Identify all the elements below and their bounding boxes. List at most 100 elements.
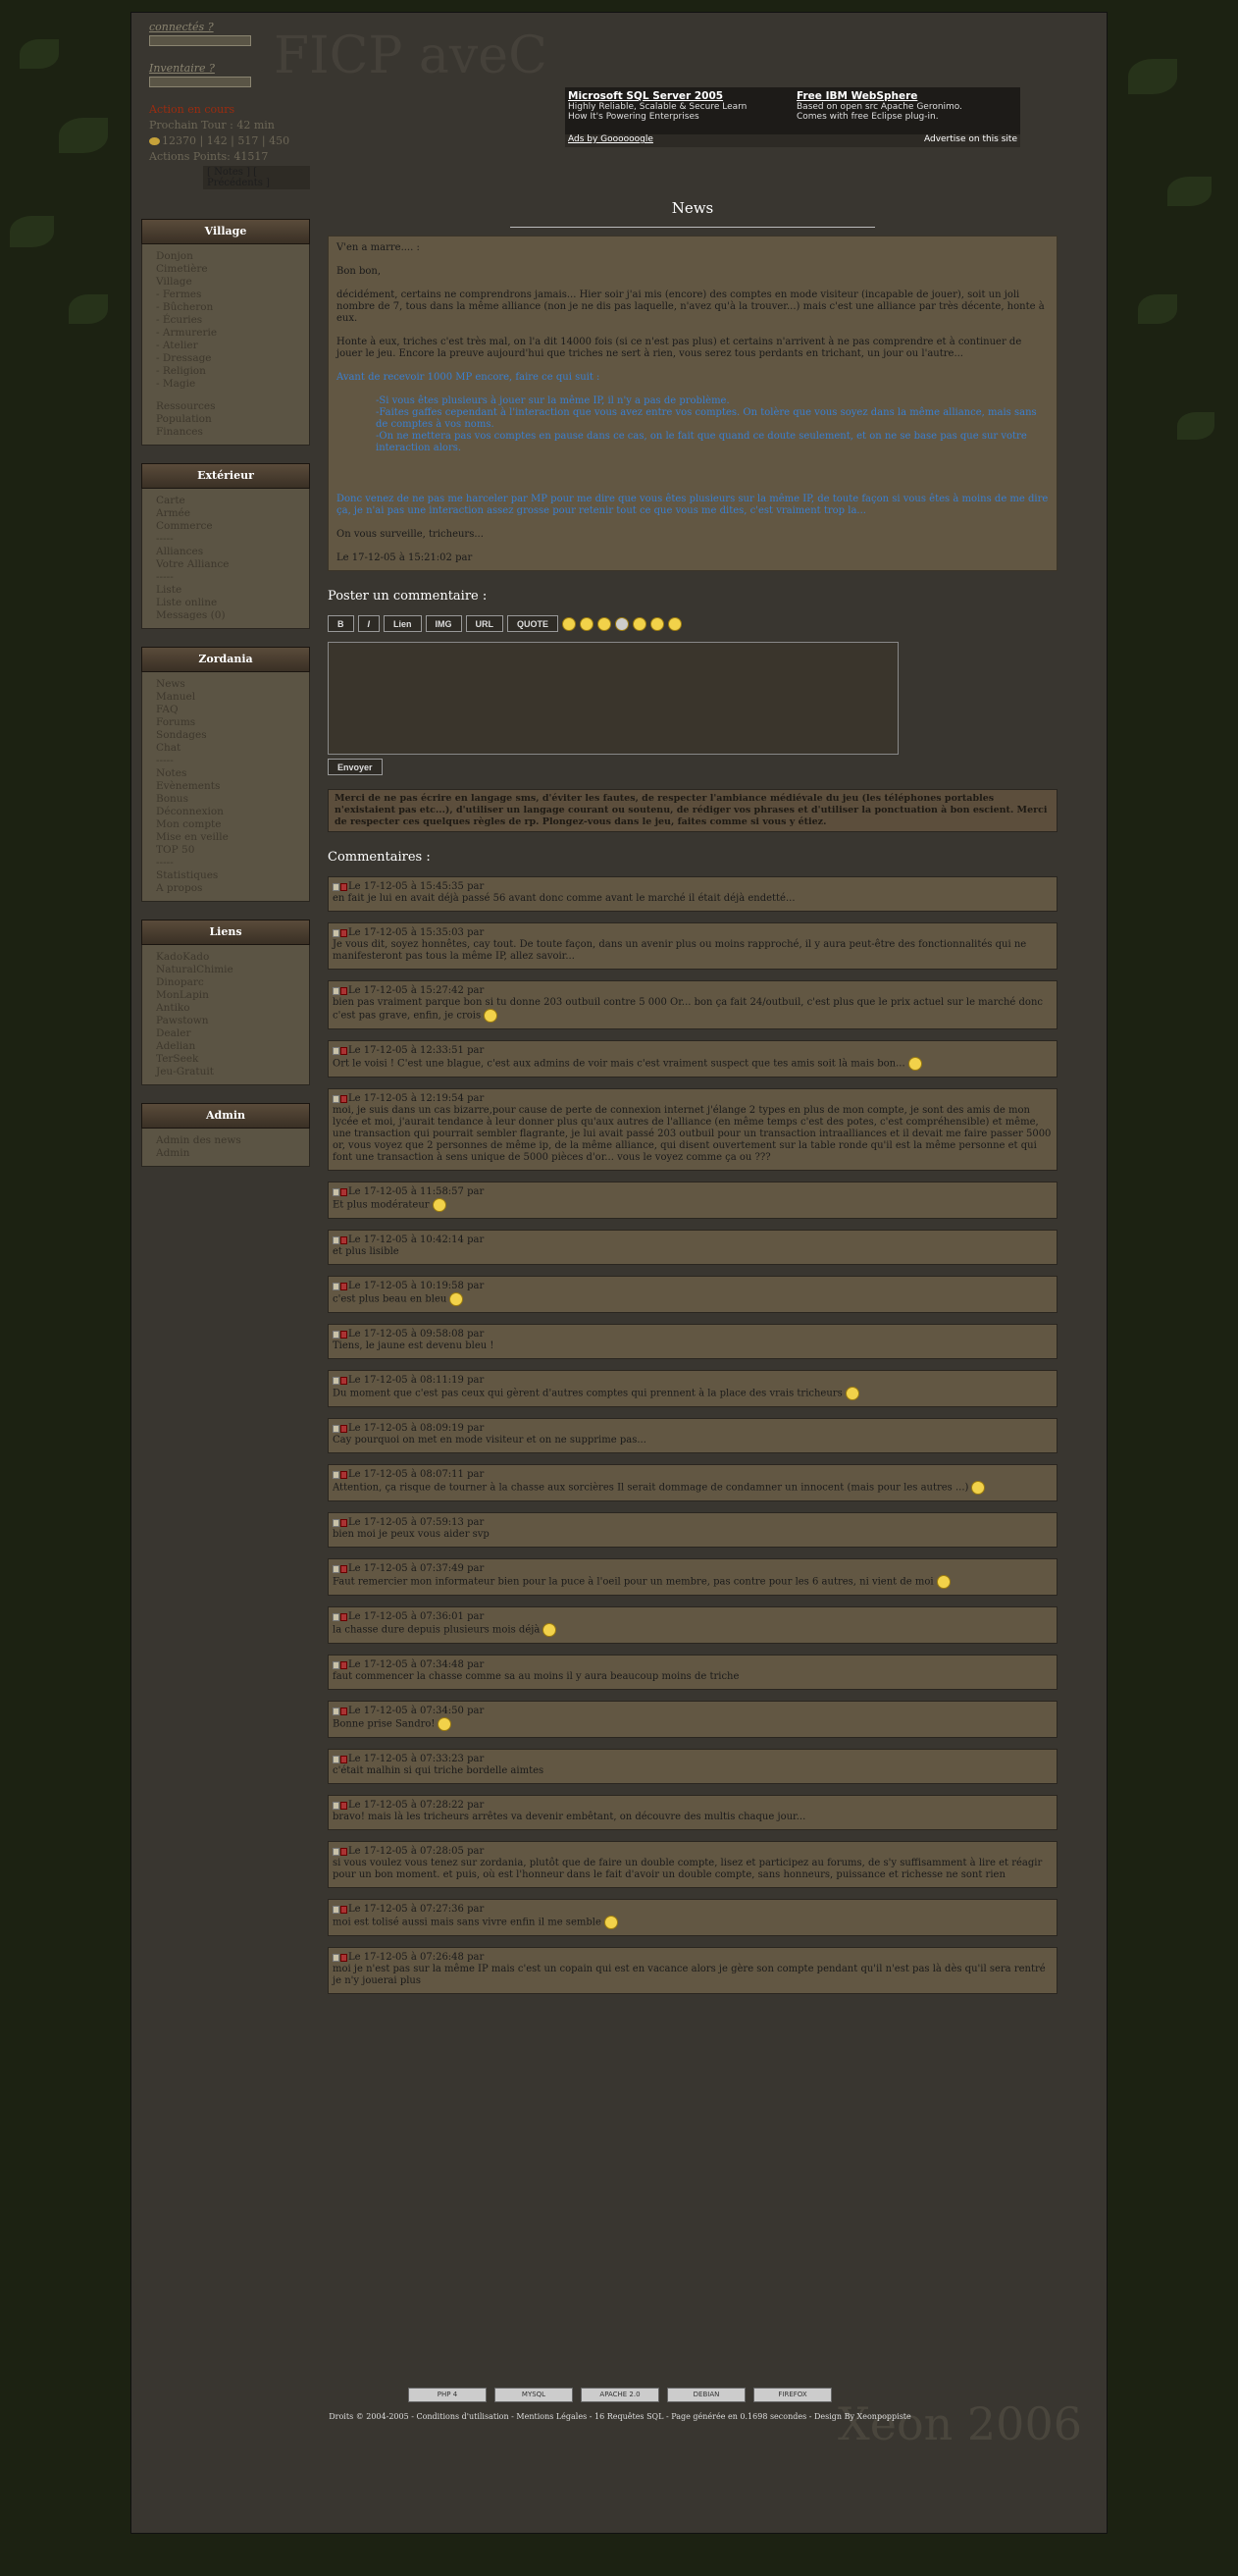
menu-item[interactable]: - Écuries [156,314,295,327]
edit-icon[interactable] [333,1282,339,1290]
password-input[interactable] [149,77,251,87]
ad-1-title[interactable]: Microsoft SQL Server 2005 [568,90,747,102]
menu-item[interactable]: - Bûcheron [156,301,295,314]
edit-icon[interactable] [333,1564,339,1573]
edit-icon[interactable] [333,1518,339,1527]
menu-item[interactable]: - Armurerie [156,327,295,340]
delete-icon[interactable] [340,1847,347,1856]
menu-item[interactable]: Sondages [156,729,295,742]
menu-item[interactable]: Liste online [156,597,295,609]
edit-icon[interactable] [333,1707,339,1715]
delete-icon[interactable] [340,1707,347,1715]
delete-icon[interactable] [340,882,347,891]
menu-item[interactable]: Manuel [156,691,295,704]
ad-banner[interactable]: Microsoft SQL Server 2005 Highly Reliabl… [565,87,1020,147]
menu-item[interactable]: Notes [156,767,295,780]
edit-icon[interactable] [333,882,339,891]
url-button[interactable]: URL [465,615,504,632]
delete-icon[interactable] [340,1905,347,1914]
edit-icon[interactable] [333,1235,339,1244]
delete-icon[interactable] [340,1330,347,1339]
smiley-icon[interactable] [633,616,647,631]
ad-2[interactable]: Free IBM WebSphere Based on open src Apa… [797,90,962,122]
footer-badge[interactable]: FIREFOX [753,2388,832,2402]
delete-icon[interactable] [340,1612,347,1621]
menu-item[interactable]: News [156,678,295,691]
menu-item[interactable]: Pawstown [156,1015,295,1027]
menu-item[interactable]: - Magie [156,378,295,391]
ad-1[interactable]: Microsoft SQL Server 2005 Highly Reliabl… [568,90,747,122]
menu-item[interactable]: Cimetière [156,263,295,276]
smiley-icon[interactable] [615,616,630,631]
bold-button[interactable]: B [328,615,354,632]
menu-item[interactable]: Mise en veille [156,831,295,844]
menu-item[interactable]: - Dressage [156,352,295,365]
menu-item[interactable]: TerSeek [156,1053,295,1066]
menu-item[interactable]: - Fermes [156,289,295,301]
menu-item[interactable]: Finances [156,426,295,439]
edit-icon[interactable] [333,1094,339,1103]
delete-icon[interactable] [340,1470,347,1479]
advertise-link[interactable]: Advertise on this site [924,134,1017,144]
login-label[interactable]: connectés ? [149,21,214,33]
image-button[interactable]: IMG [425,615,462,632]
edit-icon[interactable] [333,1187,339,1196]
smiley-icon[interactable] [580,616,594,631]
footer-badge[interactable]: APACHE 2.0 [581,2388,659,2402]
menu-item[interactable]: Donjon [156,250,295,263]
delete-icon[interactable] [340,1235,347,1244]
quote-button[interactable]: QUOTE [507,615,559,632]
edit-icon[interactable] [333,1424,339,1433]
delete-icon[interactable] [340,1187,347,1196]
edit-icon[interactable] [333,928,339,937]
delete-icon[interactable] [340,1953,347,1962]
menu-item[interactable]: - Religion [156,365,295,378]
menu-item[interactable]: Armée [156,507,295,520]
edit-icon[interactable] [333,1660,339,1669]
send-button[interactable]: Envoyer [328,759,383,775]
edit-icon[interactable] [333,986,339,995]
footer-badge[interactable]: DEBIAN [667,2388,746,2402]
menu-item[interactable]: Ressources [156,400,295,413]
menu-item[interactable]: Dealer [156,1027,295,1040]
menu-item[interactable]: A propos [156,882,295,895]
edit-icon[interactable] [333,1905,339,1914]
edit-icon[interactable] [333,1470,339,1479]
edit-icon[interactable] [333,1330,339,1339]
delete-icon[interactable] [340,1755,347,1763]
menu-item[interactable]: Liste [156,584,295,597]
menu-item[interactable]: Bonus [156,793,295,806]
delete-icon[interactable] [340,986,347,995]
link-button[interactable]: Lien [384,615,422,632]
menu-item[interactable]: Statistiques [156,869,295,882]
smiley-icon[interactable] [562,616,577,631]
menu-item[interactable]: FAQ [156,704,295,716]
delete-icon[interactable] [340,1518,347,1527]
menu-item[interactable]: Population [156,413,295,426]
delete-icon[interactable] [340,928,347,937]
menu-item[interactable]: Mon compte [156,818,295,831]
footer-badge[interactable]: MYSQL [494,2388,573,2402]
smiley-icon[interactable] [597,616,612,631]
edit-icon[interactable] [333,1755,339,1763]
menu-item[interactable]: Alliances [156,546,295,558]
smiley-icon[interactable] [650,616,665,631]
menu-item[interactable]: Village [156,276,295,289]
delete-icon[interactable] [340,1376,347,1385]
notes-links[interactable]: [ Notes ] [ Précédents ] [203,166,310,189]
menu-item[interactable]: KadoKado [156,951,295,964]
menu-item[interactable]: Dinoparc [156,976,295,989]
login-input[interactable] [149,35,251,46]
menu-item[interactable]: Commerce [156,520,295,533]
delete-icon[interactable] [340,1046,347,1055]
edit-icon[interactable] [333,1612,339,1621]
menu-item[interactable]: Adelian [156,1040,295,1053]
delete-icon[interactable] [340,1660,347,1669]
delete-icon[interactable] [340,1801,347,1810]
menu-item[interactable]: Admin [156,1147,295,1160]
menu-item[interactable]: MonLapin [156,989,295,1002]
menu-item[interactable]: Déconnexion [156,806,295,818]
menu-item[interactable]: Votre Alliance [156,558,295,571]
edit-icon[interactable] [333,1046,339,1055]
delete-icon[interactable] [340,1564,347,1573]
